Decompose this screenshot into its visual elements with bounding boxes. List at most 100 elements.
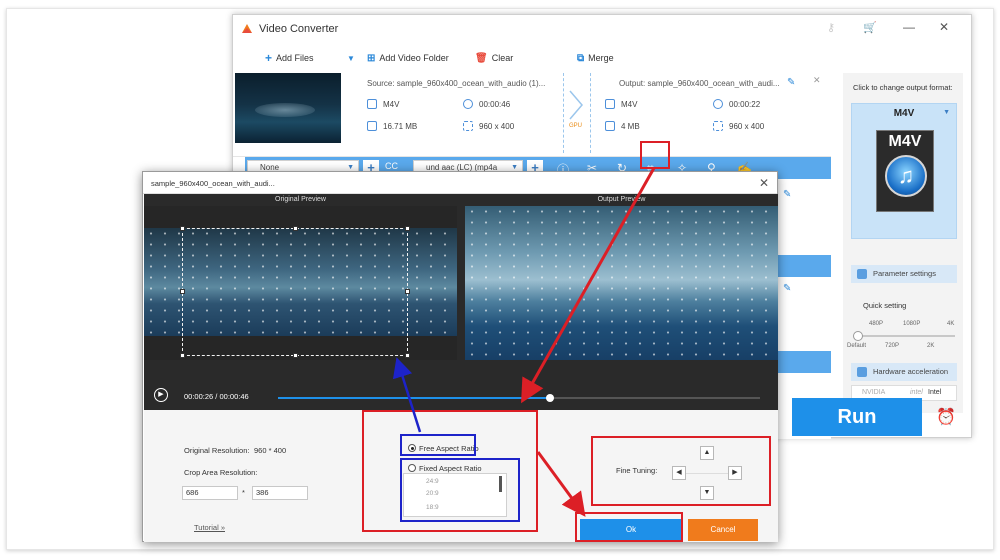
gpu-badge: GPU xyxy=(569,123,583,129)
source-size-value: 16.71 MB xyxy=(383,121,418,131)
crop-handle[interactable] xyxy=(405,226,410,231)
source-duration: 00:00:46 xyxy=(463,99,510,109)
crop-height-input[interactable]: 386 xyxy=(252,486,308,500)
free-aspect-radio[interactable] xyxy=(408,444,416,452)
crop-height-value: 386 xyxy=(256,488,269,497)
quality-slider[interactable] xyxy=(855,335,955,337)
app-title: Video Converter xyxy=(259,23,339,35)
fixed-aspect-radio[interactable] xyxy=(408,464,416,472)
ok-button[interactable]: Ok xyxy=(580,519,682,541)
time-separator: / xyxy=(215,392,218,401)
fine-tuning-pad: ▲ ◀ ▶ ▼ xyxy=(672,446,742,500)
nudge-up-button[interactable]: ▲ xyxy=(700,446,714,460)
output-size: 4 MB xyxy=(605,121,640,131)
edit-name-icon-2[interactable]: ✎ xyxy=(783,189,791,200)
nudge-right-button[interactable]: ▶ xyxy=(728,466,742,480)
fixed-aspect-label[interactable]: Fixed Aspect Ratio xyxy=(419,464,482,473)
settings-icon xyxy=(857,269,867,279)
original-preview-label: Original Preview xyxy=(275,196,326,203)
add-files-button[interactable]: + Add Files xyxy=(265,51,314,65)
key-icon[interactable]: ⚷ xyxy=(827,21,835,34)
current-time: 00:00:26 xyxy=(184,392,214,401)
seek-knob[interactable] xyxy=(546,394,554,402)
ratio-option[interactable]: 18:9 xyxy=(426,504,439,511)
format-name: M4V xyxy=(893,108,915,119)
quality-720p: 720P xyxy=(885,343,900,349)
seek-bar[interactable] xyxy=(278,394,760,402)
size-icon xyxy=(367,121,377,131)
add-video-folder-button[interactable]: ⊞ Add Video Folder xyxy=(367,51,449,65)
output-resolution-value: 960 x 400 xyxy=(729,121,765,131)
original-resolution-label: Original Resolution: xyxy=(184,446,250,455)
parameter-settings-label: Parameter settings xyxy=(873,269,936,278)
add-files-dropdown[interactable]: ▼ xyxy=(347,51,355,65)
crop-width-input[interactable]: 686 xyxy=(182,486,238,500)
row-bar-2 xyxy=(777,255,831,277)
parameter-settings-button[interactable]: Parameter settings xyxy=(851,265,957,283)
close-window-button[interactable]: ✕ xyxy=(939,20,949,34)
crop-handle[interactable] xyxy=(180,226,185,231)
crop-times-sign: * xyxy=(242,488,245,497)
nudge-left-button[interactable]: ◀ xyxy=(672,466,686,480)
crop-handle[interactable] xyxy=(293,353,298,358)
chip-icon xyxy=(857,367,867,377)
main-toolbar: + Add Files ▼ ⊞ Add Video Folder 🗑 Clear… xyxy=(233,45,833,69)
file-row[interactable]: Source: sample_960x400_ocean_with_audio … xyxy=(233,69,831,157)
minimize-button[interactable]: — xyxy=(903,20,915,34)
ratio-option[interactable]: 20:9 xyxy=(426,490,439,497)
crop-handle[interactable] xyxy=(405,289,410,294)
output-format-selector[interactable]: M4V ▼ M4V ♫ xyxy=(851,103,957,239)
run-button[interactable]: Run xyxy=(792,398,922,436)
crop-dialog: sample_960x400_ocean_with_audi... ✕ Orig… xyxy=(142,171,778,542)
aspect-ratio-list[interactable]: 24:9 20:9 18:9 xyxy=(403,473,507,517)
crop-handle[interactable] xyxy=(405,353,410,358)
crop-handle[interactable] xyxy=(180,289,185,294)
hardware-acceleration-button[interactable]: Hardware acceleration xyxy=(851,363,957,381)
edit-name-icon[interactable]: ✎ xyxy=(787,77,795,88)
crop-width-value: 686 xyxy=(186,488,199,497)
video-thumbnail[interactable] xyxy=(235,73,341,143)
file-icon xyxy=(367,99,377,109)
output-preview xyxy=(465,206,778,360)
plus-icon: + xyxy=(265,51,273,65)
output-preview-label: Output Preview xyxy=(597,196,646,203)
merge-label: Merge xyxy=(588,53,614,63)
subtitle-cc-icon[interactable]: CC xyxy=(385,161,398,171)
quality-slider-knob[interactable] xyxy=(853,331,863,341)
quality-4k: 4K xyxy=(947,321,955,327)
original-resolution-value: 960 * 400 xyxy=(254,446,287,455)
folder-plus-icon: ⊞ xyxy=(367,52,376,64)
title-bar: Video Converter ⚷ 🛒 — ✕ xyxy=(233,15,971,43)
nudge-down-button[interactable]: ▼ xyxy=(700,486,714,500)
remove-file-icon[interactable]: ✕ xyxy=(813,75,821,86)
fine-tuning-label: Fine Tuning: xyxy=(616,466,658,475)
trash-icon: 🗑 xyxy=(475,52,488,64)
merge-button[interactable]: ⧉ Merge xyxy=(577,51,614,65)
crop-settings: Original Resolution: 960 * 400 Crop Area… xyxy=(144,410,778,542)
resolution-icon xyxy=(713,121,723,131)
app-logo-icon xyxy=(242,24,252,33)
seek-progress xyxy=(278,397,550,399)
size-icon xyxy=(605,121,615,131)
convert-arrow xyxy=(563,73,591,153)
source-name: Source: sample_960x400_ocean_with_audio … xyxy=(367,79,546,88)
ratio-option[interactable]: 24:9 xyxy=(426,478,439,485)
play-button[interactable]: ▶ xyxy=(154,388,168,402)
cart-icon[interactable]: 🛒 xyxy=(863,21,877,34)
source-duration-value: 00:00:46 xyxy=(479,99,511,109)
edit-name-icon-3[interactable]: ✎ xyxy=(783,283,791,294)
free-aspect-label[interactable]: Free Aspect Ratio xyxy=(419,444,479,453)
cancel-button[interactable]: Cancel xyxy=(688,519,758,541)
clear-button[interactable]: 🗑 Clear xyxy=(475,51,513,65)
output-size-value: 4 MB xyxy=(621,121,640,131)
ratio-list-scrollbar[interactable] xyxy=(499,476,502,492)
tutorial-link[interactable]: Tutorial » xyxy=(194,523,225,532)
quick-setting-label: Quick setting xyxy=(863,301,907,310)
crop-handle[interactable] xyxy=(293,226,298,231)
total-time: 00:00:46 xyxy=(219,392,249,401)
alarm-clock-icon[interactable]: ⏰ xyxy=(936,408,956,428)
crop-selection-box[interactable] xyxy=(180,226,410,358)
crop-handle[interactable] xyxy=(180,353,185,358)
hardware-acceleration-label: Hardware acceleration xyxy=(873,367,949,376)
close-dialog-icon[interactable]: ✕ xyxy=(759,176,769,190)
